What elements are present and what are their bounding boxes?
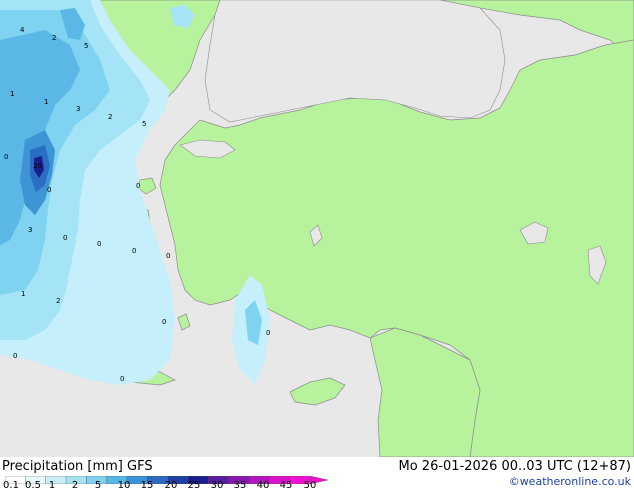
precip-label: 1: [10, 90, 14, 98]
precip-label: 0: [97, 240, 101, 248]
precip-label: 3: [76, 105, 80, 113]
precip-label: 5: [84, 42, 88, 50]
precipitation-map: 4 2 5 1 1 3 2 5 0 20 0 3 0 0 0 0 1 2 0 0…: [0, 0, 634, 457]
precip-label: 0: [136, 182, 140, 190]
precip-label: 0: [120, 375, 124, 383]
precip-label: 0: [166, 252, 170, 260]
precip-label: 1: [44, 98, 48, 106]
precip-label: 20: [33, 162, 42, 170]
precip-label: 3: [28, 226, 32, 234]
precip-label: 0: [63, 234, 67, 242]
precip-label: 0: [4, 153, 8, 161]
precip-label: 0: [13, 352, 17, 360]
precip-label: 2: [56, 297, 60, 305]
forecast-timestamp: Mo 26-01-2026 00..03 UTC (12+87): [398, 459, 632, 474]
precip-label: 0: [132, 247, 136, 255]
precip-label: 0: [162, 318, 166, 326]
precip-label: 5: [142, 120, 146, 128]
precip-label: 2: [108, 113, 112, 121]
precip-label: 2: [52, 34, 56, 42]
map-title: Precipitation [mm] GFS: [2, 459, 153, 474]
credit-link[interactable]: ©weatheronline.co.uk: [509, 475, 631, 488]
precip-label: 0: [266, 329, 270, 337]
map-footer: Precipitation [mm] GFS Mo 26-01-2026 00.…: [0, 457, 634, 491]
precip-label: 1: [21, 290, 25, 298]
precip-label: 0: [47, 186, 51, 194]
precip-label: 4: [20, 26, 25, 34]
